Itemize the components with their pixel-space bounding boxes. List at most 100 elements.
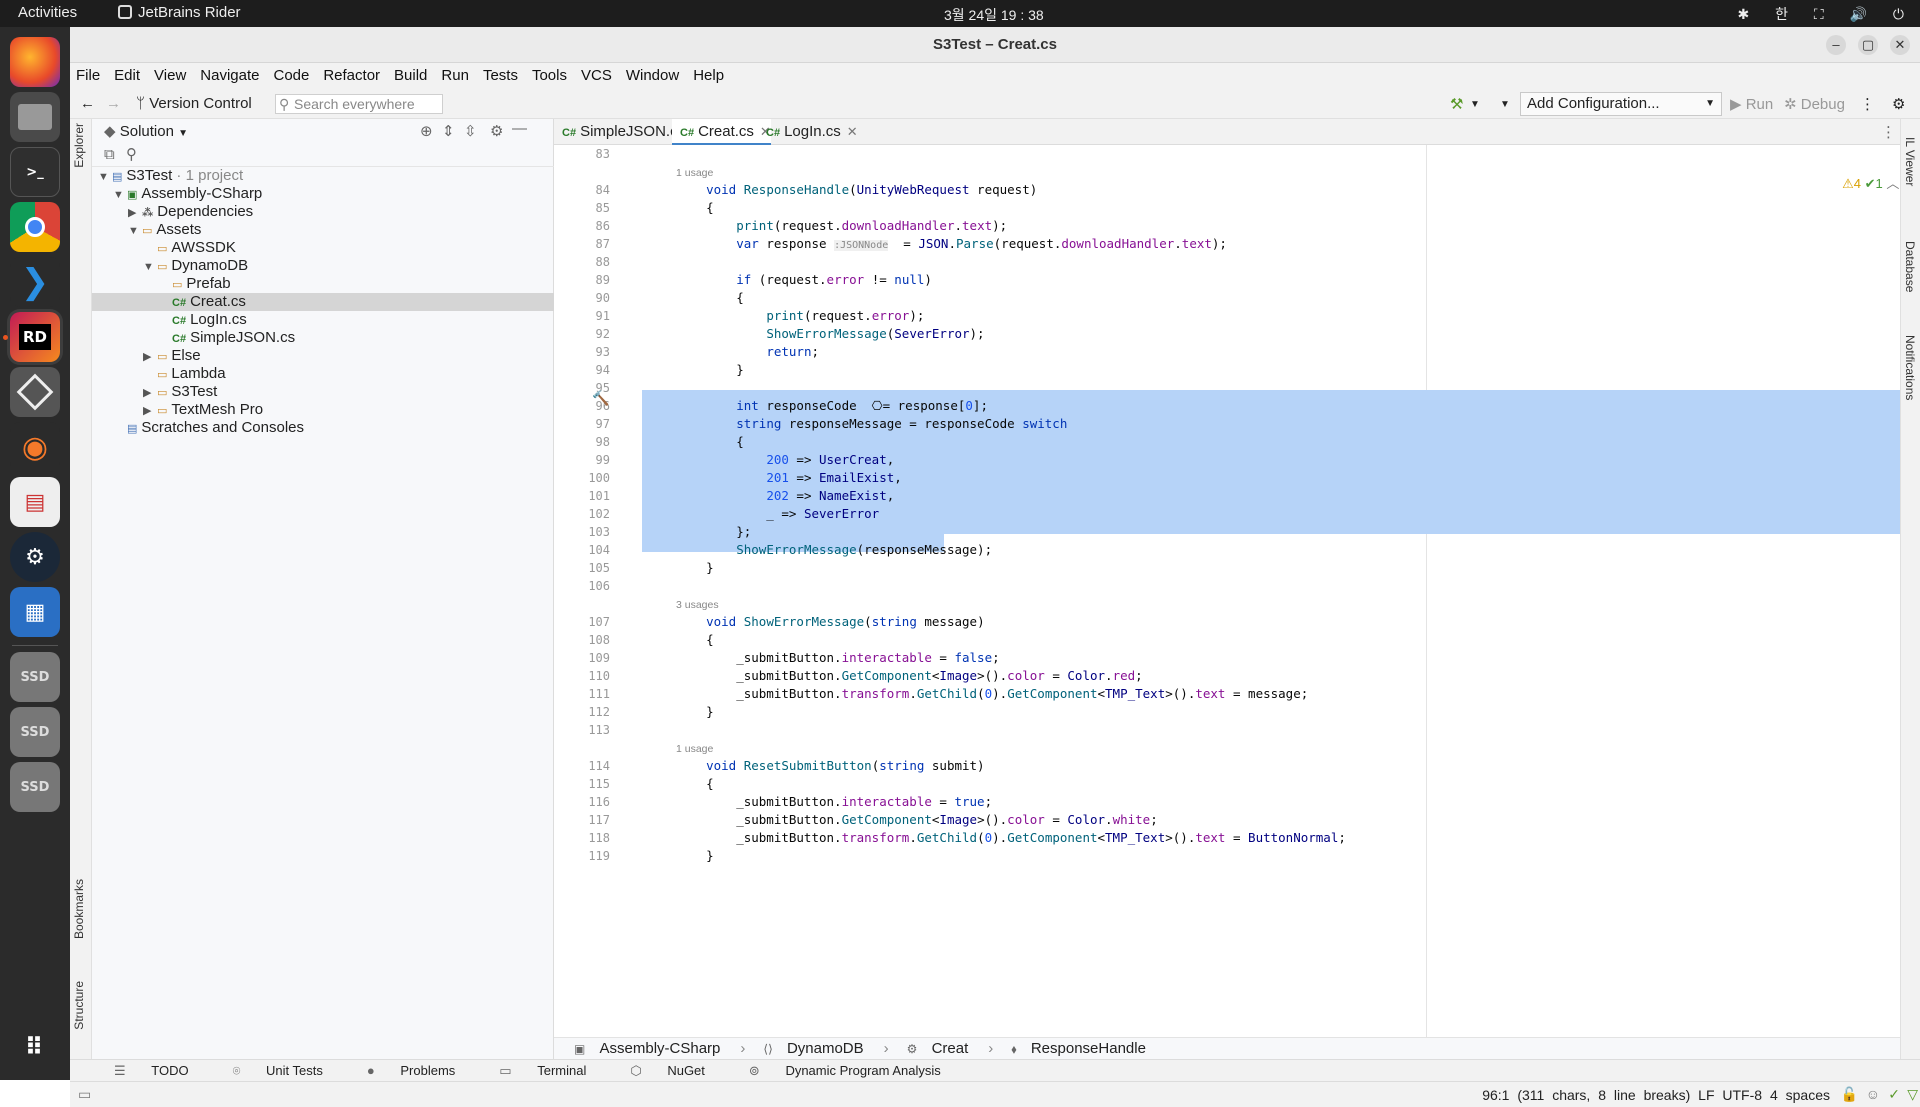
menu-edit[interactable]: Edit [114, 63, 140, 89]
menu-file[interactable]: File [76, 63, 100, 89]
explorer-tool-button[interactable]: Explorer [72, 123, 86, 168]
rider-icon[interactable]: RD [10, 312, 60, 362]
code-line[interactable]: } [676, 848, 714, 863]
context-action-icon[interactable]: 🔨 [592, 390, 609, 407]
menu-view[interactable]: View [154, 63, 186, 89]
version-control-button[interactable]: ᛘ Version Control [136, 95, 252, 112]
expand-all-icon[interactable]: ⇕ [442, 122, 455, 140]
code-line[interactable]: _ => SeverError [676, 506, 879, 521]
tree-item[interactable]: ▼ ▣ Assembly-CSharp [92, 185, 554, 203]
chevron-icon[interactable]: ▼ [128, 222, 142, 240]
tree-item[interactable]: ▭ Lambda [92, 365, 554, 383]
code-line[interactable]: _submitButton.transform.GetChild(0).GetC… [676, 830, 1346, 845]
tree-item[interactable]: ▶ ▭ S3Test [92, 383, 554, 401]
usage-hint[interactable]: 3 usages [676, 599, 719, 611]
code-line[interactable]: { [676, 434, 744, 449]
code-line[interactable]: { [676, 776, 714, 791]
tree-item[interactable]: ▼ ▤ S3Test · 1 project [92, 167, 554, 185]
menu-code[interactable]: Code [273, 63, 309, 89]
libreoffice-writer-icon[interactable]: ▦ [10, 587, 60, 637]
firefox-icon[interactable] [10, 37, 60, 87]
ssd-drive-icon[interactable]: SSD [10, 652, 60, 702]
inspection-icon[interactable]: ▽ [1907, 1086, 1918, 1103]
add-configuration-dropdown[interactable]: Add Configuration... ▼ [1520, 92, 1722, 116]
code-line[interactable]: print(request.error); [676, 308, 924, 323]
users-icon[interactable]: ☺ [1866, 1086, 1880, 1102]
bookmarks-tool-button[interactable]: Bookmarks [72, 879, 86, 939]
editor-tab[interactable]: C# Creat.cs ✕ [672, 119, 771, 145]
unity-icon[interactable] [10, 367, 60, 417]
tree-item[interactable]: C# SimpleJSON.cs [92, 329, 554, 347]
tree-item[interactable]: ▼ ▭ Assets [92, 221, 554, 239]
menu-tests[interactable]: Tests [483, 63, 518, 89]
code-line[interactable]: 202 => NameExist, [676, 488, 894, 503]
settings-icon[interactable]: ⚙ [1892, 95, 1905, 113]
tree-item[interactable]: ▭ AWSSDK [92, 239, 554, 257]
menu-refactor[interactable]: Refactor [323, 63, 380, 89]
menu-vcs[interactable]: VCS [581, 63, 612, 89]
locate-icon[interactable]: ⊕ [420, 122, 433, 140]
tool-tab[interactable]: ⊚ Dynamic Program Analysis [727, 1060, 941, 1082]
file-system-icon[interactable]: ⧉ [104, 146, 115, 163]
chevron-down-icon[interactable]: ▼ [1500, 99, 1510, 110]
forward-icon[interactable]: → [106, 95, 121, 112]
run-button[interactable]: ▶ Run [1730, 95, 1773, 113]
chevron-icon[interactable]: ▶ [143, 402, 157, 420]
menu-run[interactable]: Run [441, 63, 469, 89]
activities-button[interactable]: Activities [18, 4, 77, 21]
debug-button[interactable]: ✲ Debug [1784, 95, 1845, 113]
structure-tool-button[interactable]: Structure [72, 981, 86, 1030]
code-line[interactable]: ShowErrorMessage(SeverError); [676, 326, 984, 341]
collapse-all-icon[interactable]: ⇳ [464, 122, 477, 140]
menu-help[interactable]: Help [693, 63, 724, 89]
tool-tab[interactable]: ⌾ Unit Tests [211, 1060, 323, 1082]
clock[interactable]: 3월 24일 19 : 38 [944, 5, 1044, 25]
code-editor[interactable]: 83 1 usage 84 void ResponseHandle(UnityWeb… [554, 145, 1920, 1057]
maximize-button[interactable]: ▢ [1858, 35, 1878, 55]
code-line[interactable]: { [676, 290, 744, 305]
code-line[interactable]: 201 => EmailExist, [676, 470, 901, 485]
tree-item[interactable]: ▶ ▭ TextMesh Pro [92, 401, 554, 419]
code-line[interactable]: var response :JSONNode = JSON.Parse(requ… [676, 236, 1227, 251]
usage-hint[interactable]: 1 usage [676, 743, 713, 755]
code-line[interactable]: void ShowErrorMessage(string message) [676, 614, 984, 629]
notifications-tool-button[interactable]: Notifications [1903, 335, 1917, 400]
code-line[interactable]: _submitButton.interactable = true; [676, 794, 992, 809]
back-icon[interactable]: ← [80, 95, 95, 112]
vscode-icon[interactable]: ❯ [10, 257, 60, 307]
tree-item[interactable]: ▭ Prefab [92, 275, 554, 293]
hide-icon[interactable]: — [512, 120, 527, 137]
code-line[interactable]: 200 => UserCreat, [676, 452, 894, 467]
code-line[interactable]: print(request.downloadHandler.text); [676, 218, 1007, 233]
code-line[interactable]: }; [676, 524, 751, 539]
search-everywhere-input[interactable]: ⚲ Search everywhere [275, 94, 443, 114]
chevron-icon[interactable]: ▶ [128, 204, 142, 222]
code-line[interactable]: _submitButton.transform.GetChild(0).GetC… [676, 686, 1308, 701]
caret-position[interactable]: 96:1 (311 chars, 8 line breaks) [1482, 1087, 1690, 1103]
menu-window[interactable]: Window [626, 63, 679, 89]
panel-toggle-icon[interactable]: ▭ [78, 1086, 91, 1103]
tree-item[interactable]: ▶ ▭ Else [92, 347, 554, 365]
ssd-drive-icon[interactable]: SSD [10, 707, 60, 757]
more-icon[interactable]: ⋮ [1881, 123, 1896, 141]
more-icon[interactable]: ⋮ [1860, 95, 1875, 113]
system-tray[interactable]: ✱ 한 ⛶ 🔊 ⏻ [1737, 4, 1904, 24]
code-line[interactable]: void ResetSubmitButton(string submit) [676, 758, 984, 773]
ssd-drive-icon[interactable]: SSD [10, 762, 60, 812]
build-icon[interactable]: ⚒ [1450, 95, 1463, 113]
code-line[interactable]: _submitButton.GetComponent<Image>().colo… [676, 668, 1142, 683]
chevron-icon[interactable]: ▶ [143, 348, 157, 366]
code-line[interactable]: _submitButton.interactable = false; [676, 650, 999, 665]
app-menu[interactable]: JetBrains Rider [118, 4, 241, 21]
tree-item[interactable]: ▤ Scratches and Consoles [92, 419, 554, 437]
tool-tab[interactable]: ⬡ NuGet [608, 1060, 705, 1082]
terminal-icon[interactable]: >_ [10, 147, 60, 197]
code-line[interactable]: { [676, 200, 714, 215]
blender-icon[interactable]: ◉ [10, 422, 60, 472]
breadcrumb-item[interactable]: ▣ Assembly-CSharp [564, 1040, 720, 1057]
breadcrumb-item[interactable]: › ⬧ ResponseHandle [978, 1040, 1146, 1057]
search-icon[interactable]: ⚲ [126, 145, 137, 163]
database-tool-button[interactable]: Database [1903, 241, 1917, 292]
tool-tab[interactable]: ☰ TODO [92, 1060, 189, 1082]
chevron-icon[interactable]: ▶ [143, 384, 157, 402]
